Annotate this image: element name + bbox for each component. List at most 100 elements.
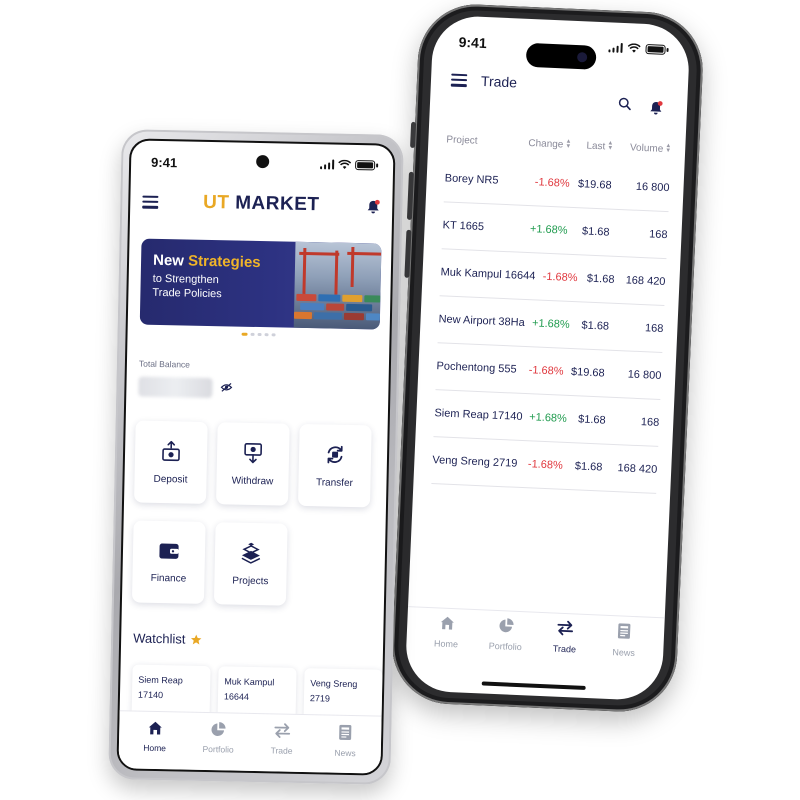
cell-project: KT 1665 xyxy=(442,219,485,234)
total-balance-label: Total Balance xyxy=(138,358,191,370)
status-bar: 9:41 xyxy=(432,29,690,70)
home-icon xyxy=(147,720,163,738)
projects-button[interactable]: Projects xyxy=(213,522,288,606)
nav-trade[interactable]: Trade xyxy=(253,722,310,772)
deposit-icon xyxy=(160,439,183,464)
col-project: Project xyxy=(446,133,478,147)
volume-down-button xyxy=(404,229,412,278)
cell-change: -1.68% xyxy=(527,458,563,472)
cell-project: Muk Kampul 16644 xyxy=(440,266,536,283)
menu-icon[interactable] xyxy=(450,73,468,87)
nav-label: News xyxy=(612,647,636,659)
status-bar: 9:41 xyxy=(131,150,393,177)
sort-icon: ▲ ▼ xyxy=(665,142,672,155)
pie-chart-icon xyxy=(210,721,226,739)
home-indicator[interactable] xyxy=(481,681,586,690)
deposit-button[interactable]: Deposit xyxy=(134,420,208,504)
notification-bell-icon[interactable] xyxy=(649,100,664,116)
nav-news[interactable]: News xyxy=(596,621,652,678)
wifi-icon xyxy=(338,159,352,169)
nav-home[interactable]: Home xyxy=(418,614,474,671)
nav-label: Trade xyxy=(270,745,293,756)
withdraw-button[interactable]: Withdraw xyxy=(216,422,290,506)
cell-change: -1.68% xyxy=(528,364,564,378)
cell-project: Siem Reap 17140 xyxy=(434,407,523,423)
trade-header: Trade xyxy=(450,68,670,115)
finance-button[interactable]: Finance xyxy=(131,520,206,604)
table-row[interactable]: Veng Sreng 2719 -1.68% $1.68 168 420 xyxy=(431,437,659,494)
cell-project: Pochentong 555 xyxy=(436,360,517,376)
tile-label: Deposit xyxy=(153,473,188,486)
transfer-icon xyxy=(324,443,347,468)
bottom-nav: Home Portfolio Trade News xyxy=(405,606,665,680)
eye-off-icon[interactable] xyxy=(220,382,233,392)
newspaper-icon xyxy=(616,622,633,642)
action-button xyxy=(410,121,417,149)
nav-label: Portfolio xyxy=(202,743,234,755)
status-time: 9:41 xyxy=(150,154,178,171)
star-icon xyxy=(191,634,202,644)
search-icon[interactable] xyxy=(618,97,632,111)
cell-change: +1.68% xyxy=(529,223,568,237)
watchlist-heading: Watchlist xyxy=(133,630,203,647)
cell-volume: 168 420 xyxy=(625,274,666,289)
cell-last: $1.68 xyxy=(574,460,603,474)
swap-arrows-icon xyxy=(273,722,291,740)
cell-change: +1.68% xyxy=(531,317,570,331)
app-logo: UT MARKET xyxy=(202,191,320,216)
withdraw-icon xyxy=(242,441,265,466)
cell-volume: 168 xyxy=(644,322,664,336)
notification-bell-icon[interactable] xyxy=(366,199,380,214)
signal-icon xyxy=(607,42,623,53)
transfer-button[interactable]: Transfer xyxy=(297,423,372,508)
pie-chart-icon xyxy=(498,617,515,636)
iphone-device: 9:41 Trade Project Change ▲ ▼ Last ▲ ▼ Volum… xyxy=(389,2,706,714)
wifi-icon xyxy=(627,43,641,53)
cell-volume: 168 420 xyxy=(617,462,658,476)
tile-label: Finance xyxy=(150,572,187,585)
dynamic-island xyxy=(525,42,597,70)
watchlist-project-id: 17140 xyxy=(137,689,164,701)
signal-icon xyxy=(319,159,335,170)
home-header: UT MARKET xyxy=(142,185,381,222)
banner-headline-a: New xyxy=(152,251,185,270)
android-device: 9:41 UT MARKET New Strategies to Strengt… xyxy=(108,129,404,785)
trade-table: Project Change ▲ ▼ Last ▲ ▼ Volume ▲ ▼ Borey N… xyxy=(431,123,672,494)
col-change[interactable]: Change ▲ ▼ xyxy=(523,137,571,150)
page-title: Trade xyxy=(480,72,518,91)
col-volume[interactable]: Volume ▲ ▼ xyxy=(613,141,672,155)
watchlist-project-id: 16644 xyxy=(223,691,250,702)
battery-icon xyxy=(355,160,376,171)
nav-trade[interactable]: Trade xyxy=(536,619,592,676)
cell-volume: 16 800 xyxy=(635,180,670,195)
cell-last: $1.68 xyxy=(581,319,610,333)
nav-label: News xyxy=(334,747,356,759)
cell-last: $1.68 xyxy=(581,225,610,239)
cell-volume: 168 xyxy=(640,416,660,429)
nav-label: Trade xyxy=(552,643,577,655)
tile-label: Projects xyxy=(232,575,269,587)
cell-change: -1.68% xyxy=(542,270,578,285)
layers-icon xyxy=(240,541,263,566)
cell-project: New Airport 38Ha xyxy=(438,313,525,329)
nav-portfolio[interactable]: Portfolio xyxy=(190,721,247,771)
cell-project: Borey NR5 xyxy=(444,172,499,187)
nav-news[interactable]: News xyxy=(317,723,374,773)
cell-last: $1.68 xyxy=(586,272,615,286)
nav-portfolio[interactable]: Portfolio xyxy=(477,616,533,673)
cell-last: $19.68 xyxy=(570,366,605,380)
carousel-indicator[interactable] xyxy=(128,330,390,338)
front-camera xyxy=(256,154,270,169)
status-time: 9:41 xyxy=(458,33,488,52)
col-last[interactable]: Last ▲ ▼ xyxy=(571,139,613,152)
nav-home[interactable]: Home xyxy=(126,719,183,769)
promo-banner[interactable]: New Strategies to Strengthen Trade Polici… xyxy=(139,238,382,330)
banner-subline-2: Trade Policies xyxy=(152,286,222,301)
battery-icon xyxy=(645,43,666,55)
swap-arrows-icon xyxy=(556,620,575,639)
tile-label: Withdraw xyxy=(231,474,274,487)
cell-last: $19.68 xyxy=(577,178,612,192)
volume-up-button xyxy=(406,171,414,220)
cell-project: Veng Sreng 2719 xyxy=(432,454,518,470)
tile-label: Transfer xyxy=(315,476,354,489)
